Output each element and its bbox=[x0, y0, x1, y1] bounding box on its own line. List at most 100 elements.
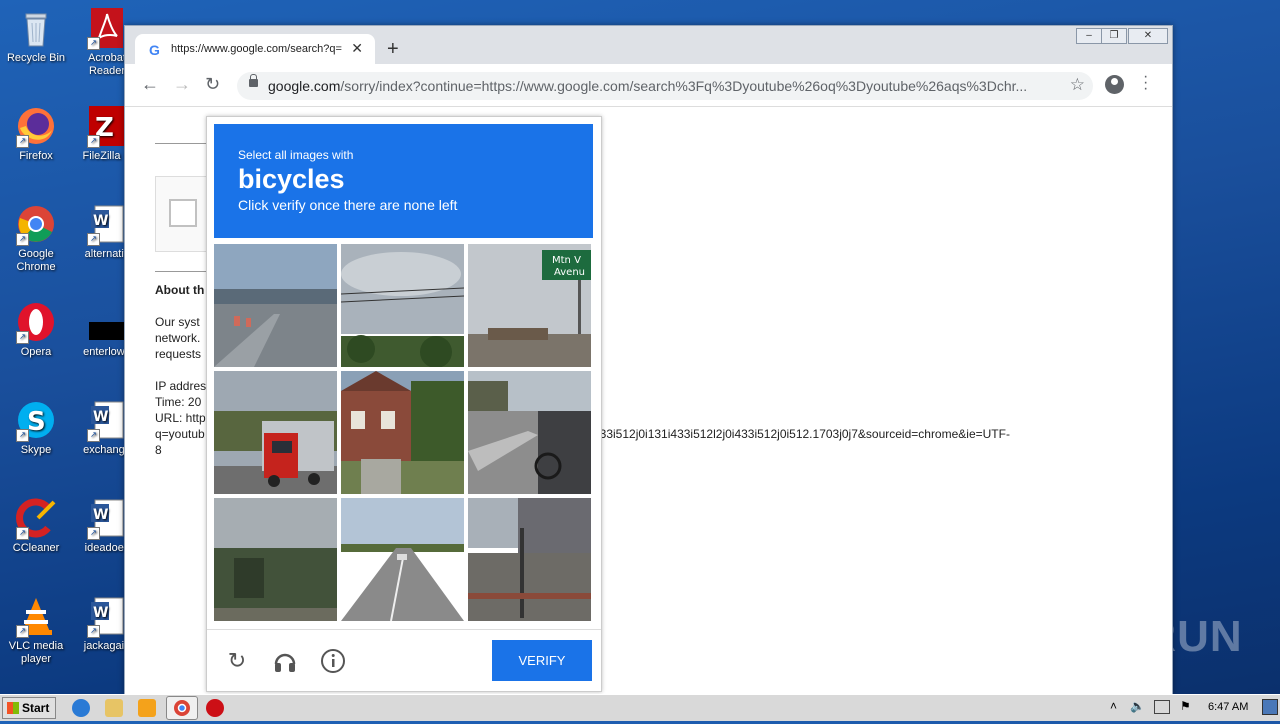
desktop-icon-label: Recycle Bin bbox=[6, 52, 66, 64]
ip-line: IP addres bbox=[155, 379, 207, 393]
media-player-taskbar-icon[interactable] bbox=[138, 699, 156, 717]
ie-taskbar-icon[interactable] bbox=[72, 699, 90, 717]
svg-text:W: W bbox=[93, 409, 108, 425]
recycle-bin-icon bbox=[16, 8, 56, 48]
captcha-tile[interactable] bbox=[214, 498, 337, 621]
captcha-target: bicycles bbox=[238, 164, 345, 194]
about-heading: About th bbox=[155, 283, 205, 297]
chrome-icon: ↗ bbox=[16, 204, 56, 246]
captcha-tile[interactable] bbox=[214, 244, 337, 367]
opera-taskbar-icon[interactable] bbox=[206, 699, 224, 717]
desktop-icon-label: Firefox bbox=[19, 150, 53, 162]
shortcut-arrow-icon: ↗ bbox=[16, 625, 29, 638]
text-line: network. bbox=[155, 331, 201, 345]
address-url: google.com/sorry/index?continue=https://… bbox=[268, 78, 1058, 94]
filezilla-icon: Z ↗ bbox=[87, 106, 127, 148]
address-bar[interactable]: google.com/sorry/index?continue=https://… bbox=[237, 72, 1093, 100]
verify-button[interactable]: VERIFY bbox=[492, 640, 592, 681]
shortcut-arrow-icon: ↗ bbox=[87, 625, 100, 638]
desktop-icon-label: ideadoes bbox=[84, 542, 130, 554]
captcha-tile[interactable] bbox=[214, 371, 337, 494]
desktop-icon-label: Opera bbox=[20, 346, 52, 358]
time-line: Time: 20 bbox=[155, 395, 202, 409]
street-sign-text: Avenu bbox=[554, 267, 585, 278]
shortcut-arrow-icon: ↗ bbox=[87, 135, 100, 148]
captcha-tile[interactable] bbox=[341, 371, 464, 494]
show-desktop-button[interactable] bbox=[1262, 699, 1278, 715]
captcha-challenge: Select all images with bicycles Click ve… bbox=[206, 116, 602, 692]
text-line: Our syst bbox=[155, 315, 200, 329]
vlc-icon: ↗ bbox=[16, 596, 56, 638]
word-document-icon: W ↗ bbox=[87, 204, 127, 246]
tab-close-icon[interactable]: ✕ bbox=[351, 40, 363, 57]
lock-icon bbox=[249, 74, 258, 87]
taskbar: Start ˄ 🔈 ⚑ 6:47 AM bbox=[0, 694, 1280, 721]
network-icon[interactable] bbox=[1154, 700, 1170, 714]
desktop-icon-vlc[interactable]: ↗ VLC media player bbox=[3, 596, 69, 666]
volume-icon[interactable]: 🔈 bbox=[1130, 699, 1145, 713]
desktop-icon-label: Google Chrome bbox=[16, 248, 56, 273]
desktop-icon-label: Acrobat Reader bbox=[88, 52, 126, 77]
clock[interactable]: 6:47 AM bbox=[1208, 701, 1248, 713]
browser-tab[interactable]: G https://www.google.com/search?q= ✕ bbox=[135, 34, 375, 64]
google-favicon-icon: G bbox=[149, 42, 160, 58]
utf-line: 8 bbox=[155, 443, 162, 457]
ccleaner-icon: ↗ bbox=[16, 498, 56, 540]
captcha-tile[interactable] bbox=[341, 498, 464, 621]
desktop-icon-recycle-bin[interactable]: Recycle Bin bbox=[3, 8, 69, 65]
opera-icon: ↗ bbox=[16, 302, 56, 344]
url-path: /sorry/index?continue=https://www.google… bbox=[340, 78, 1028, 94]
info-icon[interactable] bbox=[320, 648, 346, 674]
chrome-taskbar-button[interactable] bbox=[166, 696, 198, 720]
desktop-icon-google-chrome[interactable]: ↗ Google Chrome bbox=[3, 204, 69, 274]
url-domain: google.com bbox=[268, 78, 341, 94]
close-window-button[interactable]: ✕ bbox=[1128, 28, 1168, 44]
shortcut-arrow-icon: ↗ bbox=[87, 37, 100, 50]
about-text: Our syst network. requests bbox=[155, 314, 201, 362]
desktop-icon-label: Skype bbox=[20, 444, 52, 456]
shortcut-arrow-icon: ↗ bbox=[87, 429, 100, 442]
captcha-tile[interactable] bbox=[341, 244, 464, 367]
shortcut-arrow-icon: ↗ bbox=[16, 135, 29, 148]
desktop-icon-skype[interactable]: S ↗ Skype bbox=[3, 400, 69, 457]
captcha-tile[interactable]: Mtn V Avenu bbox=[468, 244, 591, 367]
back-icon[interactable]: ← bbox=[141, 74, 159, 95]
audio-challenge-icon[interactable] bbox=[272, 648, 298, 674]
recaptcha-checkbox[interactable] bbox=[169, 199, 197, 227]
captcha-tile[interactable] bbox=[468, 498, 591, 621]
start-button[interactable]: Start bbox=[2, 697, 56, 719]
desktop-icon-label: VLC media player bbox=[8, 640, 64, 665]
reload-icon[interactable]: ↻ bbox=[205, 74, 220, 95]
forward-icon[interactable]: → bbox=[173, 74, 191, 95]
black-file-icon bbox=[87, 302, 127, 342]
svg-text:W: W bbox=[93, 507, 108, 523]
query-line: q=youtub bbox=[155, 427, 205, 441]
restore-button[interactable]: ❐ bbox=[1101, 28, 1127, 44]
captcha-footer: ↻ VERIFY bbox=[207, 629, 601, 692]
text-line: requests bbox=[155, 347, 202, 361]
explorer-taskbar-icon[interactable] bbox=[105, 699, 123, 717]
desktop-icon-ccleaner[interactable]: ↗ CCleaner bbox=[3, 498, 69, 555]
tray-expand-icon[interactable]: ˄ bbox=[1110, 699, 1117, 713]
url-tail: l33i512j0i131i433i512l2j0i433i512j0i512.… bbox=[597, 427, 1010, 441]
action-center-flag-icon[interactable]: ⚑ bbox=[1180, 699, 1191, 713]
captcha-instruction: Select all images with bbox=[238, 148, 354, 162]
captcha-subinstruction: Click verify once there are none left bbox=[238, 197, 458, 213]
svg-text:S: S bbox=[27, 407, 46, 437]
reload-challenge-icon[interactable]: ↻ bbox=[224, 648, 250, 674]
captcha-tile[interactable] bbox=[468, 371, 591, 494]
minimize-button[interactable]: ‒ bbox=[1076, 28, 1102, 44]
word-document-icon: W ↗ bbox=[87, 498, 127, 540]
svg-text:W: W bbox=[93, 213, 108, 229]
acrobat-icon: ↗ bbox=[87, 8, 127, 50]
bookmark-star-icon[interactable]: ☆ bbox=[1070, 75, 1085, 95]
menu-dots-icon[interactable]: · · · bbox=[1143, 69, 1148, 97]
desktop-icon-opera[interactable]: ↗ Opera bbox=[3, 302, 69, 359]
shortcut-arrow-icon: ↗ bbox=[16, 233, 29, 246]
desktop-icon-firefox[interactable]: ↗ Firefox bbox=[3, 106, 69, 163]
profile-avatar-icon[interactable] bbox=[1105, 75, 1124, 94]
new-tab-icon[interactable]: + bbox=[387, 38, 399, 61]
url-line: URL: http bbox=[155, 411, 206, 425]
shortcut-arrow-icon: ↗ bbox=[16, 429, 29, 442]
windows-flag-icon bbox=[7, 702, 19, 714]
